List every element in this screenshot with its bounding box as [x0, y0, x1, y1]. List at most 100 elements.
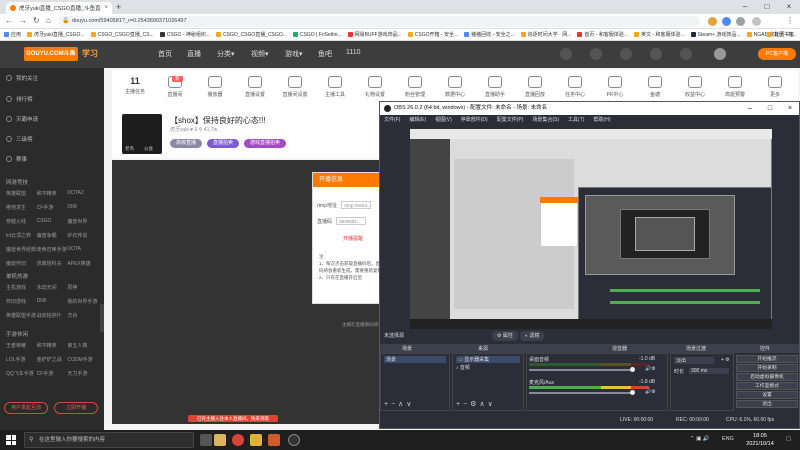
sidebar-item-follow[interactable]: 我的关注 [6, 74, 38, 82]
obs-close-button[interactable]: × [780, 102, 800, 115]
douyu-logo[interactable]: DOUYU.COM斗鱼 [24, 47, 78, 61]
bookmark-item[interactable]: CSGO - 神秘组织... [159, 31, 210, 38]
obs-menu-item[interactable]: 文件(F) [384, 115, 400, 125]
bookmark-item[interactable]: 网易BUFF游戏饰品... [347, 31, 402, 38]
forward-arrow-icon[interactable]: → [19, 16, 27, 25]
task-view-icon[interactable] [200, 434, 212, 446]
mic-icon[interactable]: 🔊⚙ [645, 389, 656, 395]
sidebar-category-link[interactable]: DOTA [67, 246, 98, 253]
header-icon[interactable] [590, 48, 602, 60]
notification-icon[interactable]: ▢ [786, 436, 791, 442]
scene-item[interactable]: 场景 [384, 356, 446, 363]
source-item[interactable]: ▭ 显示器采集 [456, 356, 520, 363]
sidebar-category-link[interactable]: 主机游戏 [6, 284, 37, 291]
sidebar-category-link[interactable]: LOL手游 [6, 356, 37, 363]
sidebar-category-link[interactable]: CSGO [37, 218, 68, 225]
stream-warning[interactable]: 开播提醒 [343, 235, 363, 242]
browser-tab[interactable]: 虎牙yuki直播_CSGO直播_斗鱼直... × [6, 2, 112, 14]
obs-menu-item[interactable]: 停靠部件(D) [461, 115, 488, 125]
bookmark-item[interactable]: CSGO_CSGO直播_CSGO... [216, 31, 287, 38]
sidebar-category-link[interactable]: 怀旧游戏 [6, 298, 37, 305]
user-interaction-button[interactable]: 用户发起互动 [4, 402, 48, 414]
anchor-tool-item[interactable]: 直播设置 [238, 76, 272, 98]
anchor-tool-item[interactable]: 粉丝管理 [398, 76, 432, 98]
sidebar-category-link[interactable]: 炉石传说 [67, 232, 98, 239]
sidebar-item-rank[interactable]: 排行榜 [6, 95, 33, 103]
start-live-button[interactable]: 立即开播 [54, 402, 98, 414]
bookmark-item[interactable]: CSGO开箱 - 安全... [407, 31, 458, 38]
language-indicator[interactable]: ENG [722, 436, 734, 442]
obs-control-button[interactable]: 开始录制 [736, 364, 798, 372]
nav-live[interactable]: 直播 [187, 49, 201, 59]
sidebar-category-link[interactable]: 英雄联盟 [6, 190, 37, 197]
sidebar-category-link[interactable]: 和平精英 [37, 190, 68, 197]
bookmark-item[interactable]: 首页 - 和客服体验... [577, 31, 628, 38]
header-icon[interactable] [560, 48, 572, 60]
obs-menu-item[interactable]: 工具(T) [568, 115, 584, 125]
sidebar-category-link[interactable]: 王者荣耀 [6, 342, 37, 349]
sidebar-category-link[interactable]: 使命召唤手游 [37, 246, 68, 253]
obs-menu-item[interactable]: 帮助(H) [593, 115, 610, 125]
obs-control-button[interactable]: 设置 [736, 391, 798, 399]
back-arrow-icon[interactable]: ← [5, 16, 13, 25]
sidebar-category-link[interactable]: 我的世界手游 [67, 298, 98, 305]
obs-menu-item[interactable]: 编辑(E) [409, 115, 426, 125]
sidebar-item-level[interactable]: 三级榜 [6, 135, 33, 143]
anchor-tool-item[interactable]: 任务中心 [558, 76, 592, 98]
new-tab-button[interactable]: + [116, 2, 121, 12]
nav-category[interactable]: 分类▾ [217, 49, 235, 59]
anchor-tool-item[interactable]: 数据中心 [438, 76, 472, 98]
sidebar-category-link[interactable]: 魔兽世界 [67, 218, 98, 225]
file-explorer-icon[interactable] [214, 434, 226, 446]
header-icon[interactable] [680, 48, 692, 60]
sidebar-category-link[interactable]: 永劫无间 [37, 284, 68, 291]
anchor-tool-item[interactable]: 收益中心 [678, 76, 712, 98]
other-bookmarks[interactable]: 其他书签 [766, 31, 794, 38]
room-tag[interactable]: 高级直播 [170, 139, 203, 148]
obs-menu-item[interactable]: 场景集合(S) [532, 115, 559, 125]
anchor-tool-item[interactable]: 11 主播任务 [118, 76, 152, 95]
transition-add-icon[interactable]: + ⚙ [721, 357, 730, 363]
anchor-tool-item[interactable]: 直播助手 [478, 76, 512, 98]
sidebar-category-link[interactable]: 魔兽怀旧 [6, 260, 37, 267]
room-tag[interactable]: 游戏直播拍卖 [244, 139, 287, 148]
address-bar[interactable]: 🔒 douyu.com/5940581?_r=0.254369037102649… [58, 16, 700, 27]
obs-taskbar-icon[interactable] [288, 434, 300, 446]
obs-maximize-button[interactable]: □ [760, 102, 780, 115]
sidebar-category-link[interactable]: 绝地求生 [6, 204, 37, 211]
sidebar-category-link[interactable]: CF手游 [37, 204, 68, 211]
anchor-tool-item[interactable]: 直播间设置 [278, 76, 312, 98]
anchor-tool-item[interactable]: PK中心 [598, 76, 632, 98]
extension-icon[interactable] [736, 17, 745, 26]
sidebar-category-link[interactable]: lol云顶之弈 [6, 232, 37, 239]
home-icon[interactable]: ⌂ [46, 16, 51, 25]
nav-video[interactable]: 视频▾ [251, 49, 269, 59]
bookmark-item[interactable]: 英文 - 和客服体验... [634, 31, 685, 38]
obs-control-button[interactable]: 启动虚拟摄像机 [736, 373, 798, 381]
tray-icons[interactable]: ⌃ ▣ 🔊 [690, 436, 710, 442]
windows-start-icon[interactable] [6, 435, 16, 445]
anchor-tool-item[interactable]: 播放器 [198, 76, 232, 98]
pc-client-button[interactable]: PC客户端 [758, 48, 796, 60]
taskbar-search[interactable]: ⚲ 在这里输入你要搜索的内容 [24, 432, 194, 448]
obs-preview-canvas[interactable] [410, 129, 772, 329]
sidebar-category-link[interactable]: APEX英雄 [67, 260, 98, 267]
app-icon[interactable] [268, 434, 280, 446]
chrome-menu-icon[interactable]: ⋮ [786, 16, 794, 25]
volume-slider-knob[interactable] [630, 390, 635, 395]
rtmp-field[interactable]: rtmp://send... [341, 201, 372, 209]
sidebar-category-link[interactable]: 英雄联盟手游 [6, 312, 37, 319]
bookmark-item[interactable]: 应用 [4, 31, 21, 38]
nav-1110[interactable]: 1110 [346, 49, 361, 56]
sidebar-category-link[interactable]: 逃离塔科夫 [37, 260, 68, 267]
sidebar-category-link[interactable]: DOTA2 [67, 190, 98, 197]
tab-close-icon[interactable]: × [104, 5, 108, 11]
obs-minimize-button[interactable]: – [740, 102, 760, 115]
bookmark-item[interactable]: CSGO_CSGO直播_CS... [90, 31, 154, 38]
speaker-icon[interactable]: 🔊⚙ [645, 366, 656, 372]
sidebar-category-link[interactable]: CODM手游 [67, 356, 98, 363]
sidebar-item-apply[interactable]: 灭霸申请 [6, 115, 38, 123]
sidebar-category-link[interactable]: 原神 [67, 284, 98, 291]
window-maximize-button[interactable]: □ [756, 0, 778, 14]
nav-games[interactable]: 游戏▾ [285, 49, 303, 59]
